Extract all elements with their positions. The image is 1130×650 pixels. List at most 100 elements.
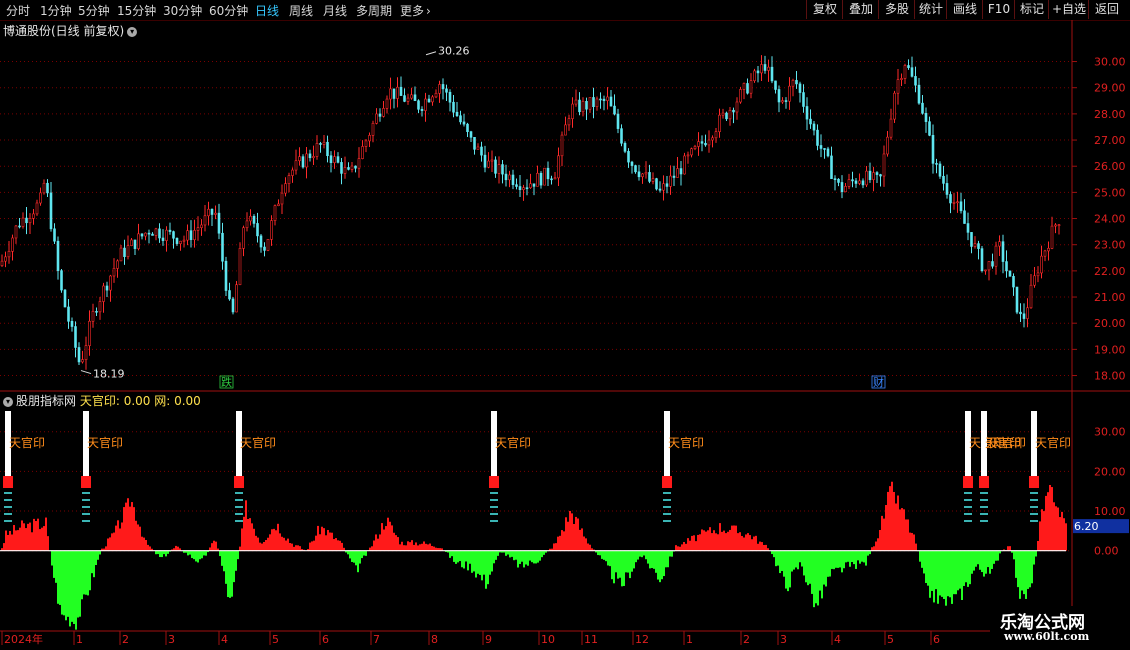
histogram-bar [987, 550, 989, 568]
histogram-bar [509, 550, 511, 558]
histogram-bar [1019, 550, 1021, 599]
candle-body [105, 285, 109, 291]
signal-label: 天官印 [9, 435, 45, 450]
histogram-bar [515, 550, 517, 560]
candle-body [945, 183, 949, 195]
candle-body [900, 78, 903, 80]
histogram-bar [75, 550, 77, 630]
histogram-bar [271, 529, 273, 551]
histogram-bar [197, 550, 199, 563]
signal-label: 天官印 [495, 435, 531, 450]
histogram-bar [599, 550, 601, 556]
histogram-bar [511, 550, 513, 557]
histogram-bar [33, 518, 35, 551]
candle-body [634, 165, 637, 173]
histogram-bar [979, 550, 981, 570]
candle-body [413, 94, 417, 102]
histogram-bar [931, 550, 933, 591]
histogram-bar [265, 540, 267, 551]
candle-body [882, 153, 886, 177]
histogram-bar [611, 550, 613, 580]
histogram-bar [309, 542, 311, 551]
candle-body [515, 184, 518, 187]
candle-body [137, 233, 140, 249]
kline-chart[interactable]: 30.0029.0028.0027.0026.0025.0024.0023.00… [0, 0, 1130, 650]
histogram-bar [61, 550, 63, 615]
histogram-bar [733, 525, 735, 551]
candle-body [511, 174, 515, 185]
histogram-bar [113, 532, 115, 551]
candle-body [179, 240, 182, 244]
histogram-bar [379, 534, 381, 551]
histogram-bar [255, 535, 257, 551]
histogram-bar [53, 550, 55, 578]
histogram-bar [143, 537, 145, 551]
histogram-bar [701, 529, 703, 551]
candle-body [686, 154, 690, 157]
candle-body [445, 88, 448, 93]
histogram-bar [901, 508, 903, 551]
histogram-bar [865, 550, 867, 566]
histogram-bar [649, 550, 651, 569]
candle-body [564, 124, 567, 136]
histogram-bar [977, 550, 979, 565]
candle-body [998, 241, 1001, 247]
candle-body [116, 260, 119, 269]
candle-body [616, 113, 620, 129]
histogram-bar [777, 550, 779, 566]
watermark-url: www.60lt.com [1004, 630, 1090, 643]
candle-body [711, 137, 714, 141]
histogram-bar [159, 550, 161, 558]
candle-body [7, 251, 11, 258]
histogram-bar [165, 550, 167, 557]
candle-body [1005, 261, 1008, 272]
candle-body [823, 148, 826, 150]
histogram-bar [385, 526, 387, 551]
candle-body [550, 178, 553, 181]
xaxis-label: 5 [887, 633, 894, 646]
candle-body [574, 99, 578, 105]
histogram-bar [983, 550, 985, 577]
candle-body [760, 64, 763, 74]
signal-label: 天官印 [240, 435, 276, 450]
histogram-bar [629, 550, 631, 579]
indicator-title[interactable]: ▾ 股朋指标网 天官印: 0.00 网: 0.00 [3, 392, 201, 409]
histogram-bar [1025, 550, 1027, 599]
histogram-bar [245, 500, 247, 551]
candle-body [728, 109, 732, 120]
price-tick-label: 28.00 [1094, 108, 1126, 121]
histogram-bar [601, 550, 603, 559]
chevron-down-icon[interactable]: ▾ [3, 397, 13, 407]
histogram-bar [79, 550, 81, 617]
histogram-bar [907, 519, 909, 551]
histogram-bar [881, 515, 883, 551]
histogram-bar [883, 518, 885, 551]
candle-body [333, 156, 336, 163]
candle-body [228, 290, 231, 300]
histogram-bar [19, 527, 21, 551]
histogram-bar [1009, 546, 1011, 551]
candle-body [434, 92, 438, 98]
histogram-bar [477, 550, 479, 574]
histogram-bar [409, 542, 411, 551]
candle-body [578, 99, 581, 113]
histogram-bar [219, 550, 221, 557]
histogram-bar [685, 543, 687, 551]
histogram-bar [85, 550, 87, 595]
histogram-bar [641, 550, 643, 558]
candle-body [889, 118, 893, 138]
histogram-bar [481, 550, 483, 581]
histogram-bar [615, 550, 617, 573]
histogram-bar [287, 538, 289, 551]
histogram-bar [521, 550, 523, 562]
candle-body [70, 321, 74, 327]
histogram-bar [955, 550, 957, 595]
histogram-bar [695, 541, 697, 551]
histogram-bar [541, 550, 543, 558]
candle-body [721, 112, 725, 116]
price-tick-label: 26.00 [1094, 160, 1126, 173]
histogram-bar [905, 519, 907, 551]
candle-body [56, 240, 60, 271]
candle-body [959, 201, 963, 212]
candle-body [924, 113, 928, 122]
